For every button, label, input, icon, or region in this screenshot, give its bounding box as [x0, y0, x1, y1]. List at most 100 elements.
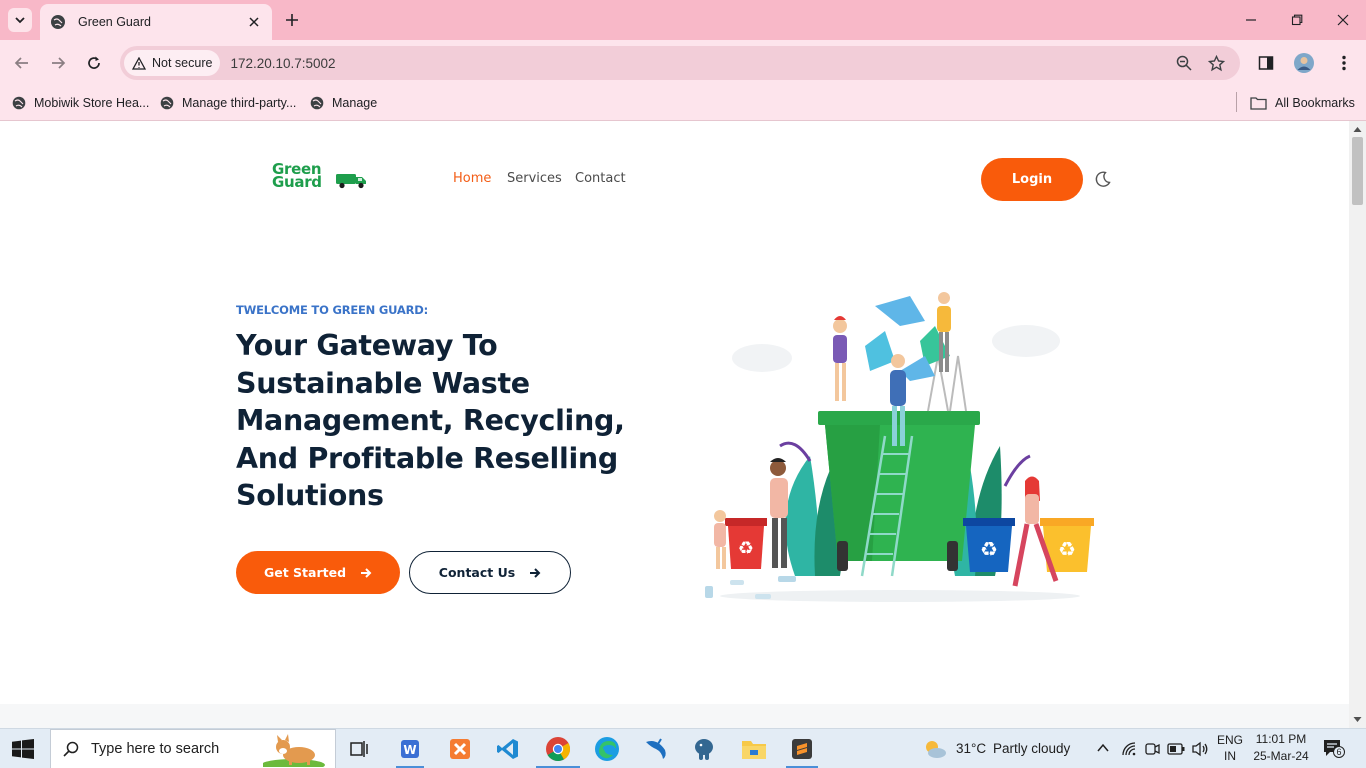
next-section-strip — [0, 704, 1349, 728]
browser-tab-active[interactable]: Green Guard — [40, 4, 272, 40]
reload-icon — [88, 56, 100, 69]
bookmarks-divider — [1236, 92, 1237, 112]
globe-icon — [51, 15, 65, 29]
svg-text:♻: ♻ — [738, 538, 754, 559]
notification-center-button[interactable]: 6 — [1322, 738, 1346, 760]
taskbar-search-box[interactable]: Type here to search — [50, 729, 336, 768]
bookmark-item[interactable]: Mobiwik Store Hea... — [12, 92, 149, 114]
bookmark-label: Manage third-party... — [182, 96, 297, 110]
folder-app-icon — [742, 741, 766, 759]
weather-partly-cloudy-icon[interactable] — [922, 737, 948, 761]
hero-eyebrow: TWELCOME TO GREEN GUARD: — [236, 303, 429, 317]
arrow-right-icon — [530, 567, 541, 578]
nav-home[interactable]: Home — [453, 171, 491, 186]
globe-icon — [310, 96, 324, 110]
back-button[interactable] — [10, 51, 34, 75]
taskbar-app-postgresql[interactable] — [690, 735, 718, 763]
plus-icon — [286, 14, 298, 26]
battery-icon[interactable] — [1167, 742, 1185, 756]
security-label: Not secure — [152, 56, 213, 70]
clock-time[interactable]: 11:01 PM — [1250, 732, 1312, 746]
taskbar-app-edge[interactable] — [593, 735, 621, 763]
browser-toolbar: Not secure 172.20.10.7:5002 — [0, 40, 1366, 86]
nav-services[interactable]: Services — [507, 171, 562, 186]
weather-temperature[interactable]: 31°C — [956, 741, 986, 756]
arrow-left-icon — [14, 57, 28, 69]
url-text: 172.20.10.7:5002 — [230, 55, 336, 71]
warning-icon — [132, 56, 146, 70]
taskbar-app-word[interactable]: W — [396, 735, 424, 763]
nav-contact[interactable]: Contact — [575, 171, 626, 186]
taskbar-app-file-explorer[interactable] — [740, 735, 768, 763]
all-bookmarks-label: All Bookmarks — [1275, 96, 1355, 110]
bookmark-item[interactable]: Manage third-party... — [160, 92, 296, 114]
site-info-chip[interactable]: Not secure — [124, 50, 221, 76]
avatar-icon — [1294, 53, 1314, 73]
new-tab-button[interactable] — [282, 10, 302, 30]
zoom-icon[interactable] — [1175, 54, 1193, 72]
corgi-illustration — [263, 734, 325, 767]
contact-us-button[interactable]: Contact Us — [409, 551, 571, 594]
taskbar-app-chrome[interactable] — [544, 735, 572, 763]
scroll-up-icon[interactable] — [1353, 125, 1362, 134]
headline-line: Sustainable Waste — [236, 366, 530, 400]
moon-icon[interactable] — [1094, 170, 1112, 188]
scroll-down-icon[interactable] — [1353, 715, 1362, 724]
taskbar-app-vscode[interactable] — [494, 735, 522, 763]
search-icon — [63, 741, 79, 757]
side-panel-icon — [1258, 56, 1274, 70]
bookmark-label: Manage — [332, 96, 378, 110]
close-window-button[interactable] — [1320, 0, 1366, 40]
address-bar[interactable]: Not secure 172.20.10.7:5002 — [120, 46, 1240, 80]
side-panel-button[interactable] — [1254, 51, 1278, 75]
close-tab-icon[interactable] — [246, 14, 262, 30]
restore-window-button[interactable] — [1274, 0, 1320, 40]
browser-menu-button[interactable] — [1332, 51, 1356, 75]
task-view-icon — [350, 741, 368, 757]
edge-app-icon — [595, 737, 619, 761]
language-indicator-line1[interactable]: ENG — [1214, 733, 1246, 747]
volume-icon[interactable] — [1191, 741, 1209, 757]
task-view-button[interactable] — [346, 735, 374, 763]
login-button[interactable]: Login — [981, 158, 1083, 201]
close-icon — [1337, 14, 1349, 26]
bookmark-label: Mobiwik Store Hea... — [34, 96, 150, 110]
notification-count-badge: 6 — [1333, 746, 1345, 758]
elephant-app-icon — [695, 739, 713, 760]
bookmark-item[interactable]: Manage — [310, 92, 377, 114]
tab-title: Green Guard — [78, 15, 151, 29]
chevron-up-icon[interactable] — [1097, 743, 1109, 753]
search-placeholder: Type here to search — [91, 741, 220, 757]
scroll-thumb[interactable] — [1352, 137, 1363, 205]
get-started-button[interactable]: Get Started — [236, 551, 400, 594]
network-icon[interactable] — [1121, 741, 1137, 757]
reload-button[interactable] — [82, 51, 106, 75]
taskbar-app-sublime[interactable] — [788, 735, 816, 763]
weather-description[interactable]: Partly cloudy — [993, 741, 1070, 756]
minimize-window-button[interactable] — [1228, 0, 1274, 40]
headline-line: Management, Recycling, — [236, 404, 625, 437]
profile-avatar[interactable] — [1292, 51, 1316, 75]
xampp-app-icon — [450, 739, 470, 759]
tab-search-button[interactable] — [8, 8, 32, 32]
bookmark-star-icon[interactable] — [1207, 54, 1225, 72]
language-indicator-line2[interactable]: IN — [1214, 749, 1246, 763]
page-scrollbar[interactable] — [1349, 121, 1366, 728]
contact-us-label: Contact Us — [438, 565, 516, 580]
site-logo[interactable]: Green Guard — [272, 162, 372, 191]
chrome-app-icon — [546, 737, 571, 762]
forward-button[interactable] — [46, 51, 70, 75]
minimize-icon — [1246, 19, 1256, 21]
taskbar-app-xampp[interactable] — [446, 735, 474, 763]
meet-now-icon[interactable] — [1144, 741, 1160, 757]
windows-start-icon[interactable] — [12, 739, 34, 759]
truck-icon — [336, 174, 366, 189]
more-vertical-icon — [1342, 55, 1346, 71]
all-bookmarks-button[interactable]: All Bookmarks — [1250, 92, 1355, 114]
globe-icon — [160, 96, 174, 110]
clock-date[interactable]: 25-Mar-24 — [1250, 749, 1312, 763]
taskbar-app-mysql-workbench[interactable] — [642, 735, 670, 763]
svg-text:♻: ♻ — [1058, 537, 1076, 561]
folder-icon — [1250, 97, 1267, 110]
arrow-right-icon — [361, 567, 372, 578]
